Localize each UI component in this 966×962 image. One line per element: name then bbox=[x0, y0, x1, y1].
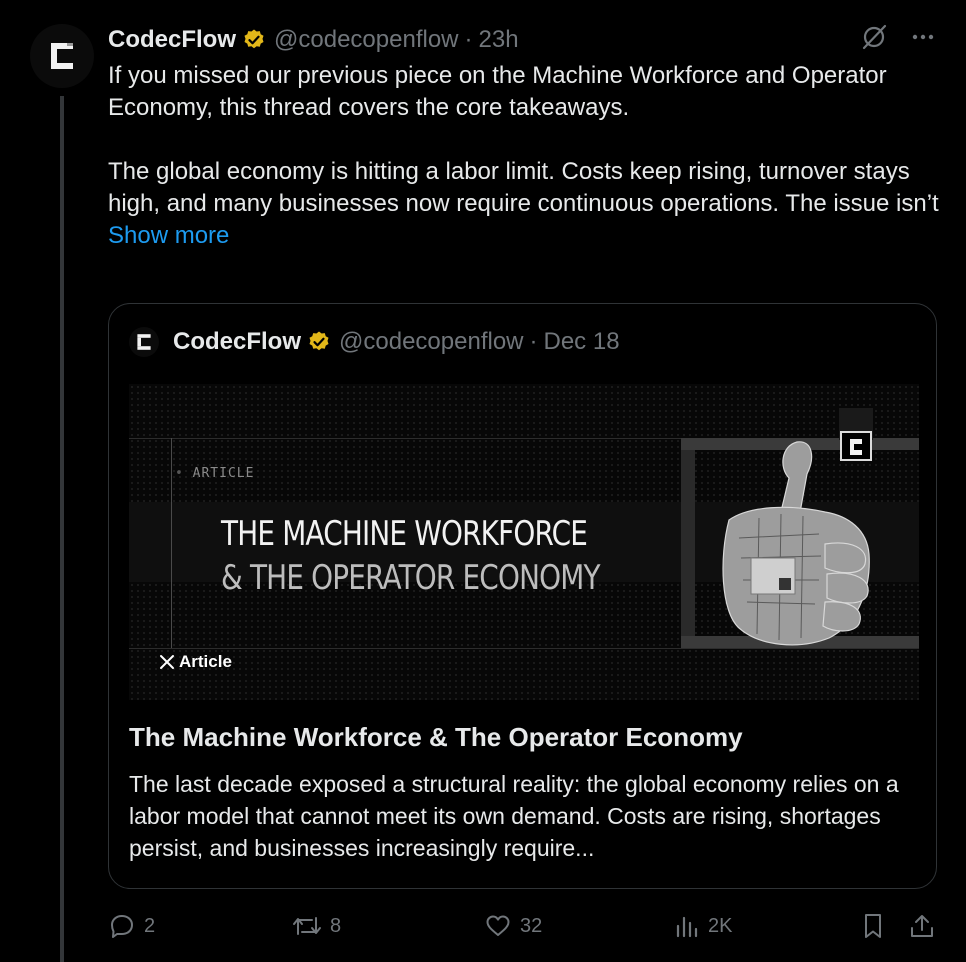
quoted-author-handle[interactable]: @codecopenflow bbox=[339, 328, 523, 356]
views-count: 2K bbox=[708, 914, 733, 937]
reply-count: 2 bbox=[144, 914, 156, 937]
more-icon[interactable] bbox=[910, 24, 936, 57]
heart-icon bbox=[486, 915, 510, 936]
quoted-author-name[interactable]: CodecFlow bbox=[173, 328, 301, 356]
article-badge: Article bbox=[159, 652, 232, 672]
quoted-post-card[interactable]: CodecFlow @codecopenflow · Dec 18 • ARTI… bbox=[108, 303, 937, 889]
article-title[interactable]: The Machine Workforce & The Operator Eco… bbox=[129, 722, 743, 753]
quoted-post-header: CodecFlow @codecopenflow · Dec 18 bbox=[129, 326, 620, 358]
views-button[interactable]: 2K bbox=[674, 906, 732, 946]
thread-line bbox=[60, 96, 64, 962]
post-header: CodecFlow @codecopenflow · 23h bbox=[108, 24, 936, 56]
like-button[interactable]: 32 bbox=[484, 906, 542, 946]
action-bar: 2 8 32 2K bbox=[108, 906, 938, 946]
reply-button[interactable]: 2 bbox=[108, 906, 155, 946]
article-cover-headline: THE MACHINE WORKFORCE & THE OPERATOR ECO… bbox=[221, 514, 601, 598]
share-icon bbox=[911, 915, 933, 937]
author-handle[interactable]: @codecopenflow bbox=[274, 26, 458, 54]
quoted-post-date[interactable]: Dec 18 bbox=[544, 328, 620, 356]
quoted-author-avatar[interactable] bbox=[129, 327, 159, 357]
repost-icon bbox=[293, 917, 321, 935]
author-avatar[interactable] bbox=[30, 24, 94, 88]
post-text: If you missed our previous piece on the … bbox=[108, 60, 948, 252]
codecflow-logo-icon bbox=[137, 334, 151, 350]
verified-badge-icon[interactable] bbox=[307, 330, 331, 354]
show-more-link[interactable]: Show more bbox=[108, 220, 948, 252]
post[interactable]: CodecFlow @codecopenflow · 23h If you mi… bbox=[0, 0, 966, 962]
article-kicker: • ARTICLE bbox=[175, 466, 255, 481]
bookmark-button[interactable] bbox=[860, 906, 886, 946]
repost-button[interactable]: 8 bbox=[292, 906, 341, 946]
post-paragraph: If you missed our previous piece on the … bbox=[108, 62, 887, 121]
article-cover-image[interactable]: • ARTICLE THE MACHINE WORKFORCE & THE OP… bbox=[129, 384, 919, 700]
author-name[interactable]: CodecFlow bbox=[108, 26, 236, 54]
views-icon bbox=[676, 916, 698, 938]
separator-dot: · bbox=[464, 26, 473, 53]
separator-dot: · bbox=[529, 328, 538, 355]
verified-badge-icon[interactable] bbox=[242, 28, 266, 52]
bookmark-icon bbox=[865, 914, 881, 938]
share-button[interactable] bbox=[908, 906, 936, 946]
repost-count: 8 bbox=[330, 914, 342, 937]
like-count: 32 bbox=[520, 914, 543, 937]
robot-hand-illustration bbox=[681, 408, 919, 648]
reply-icon bbox=[111, 915, 133, 938]
x-logo-icon bbox=[160, 655, 174, 669]
post-paragraph: The global economy is hitting a labor li… bbox=[108, 158, 939, 217]
codecflow-logo-icon bbox=[51, 43, 73, 69]
post-time[interactable]: 23h bbox=[479, 26, 519, 54]
grok-icon[interactable] bbox=[860, 23, 888, 58]
article-description: The last decade exposed a structural rea… bbox=[129, 771, 899, 861]
